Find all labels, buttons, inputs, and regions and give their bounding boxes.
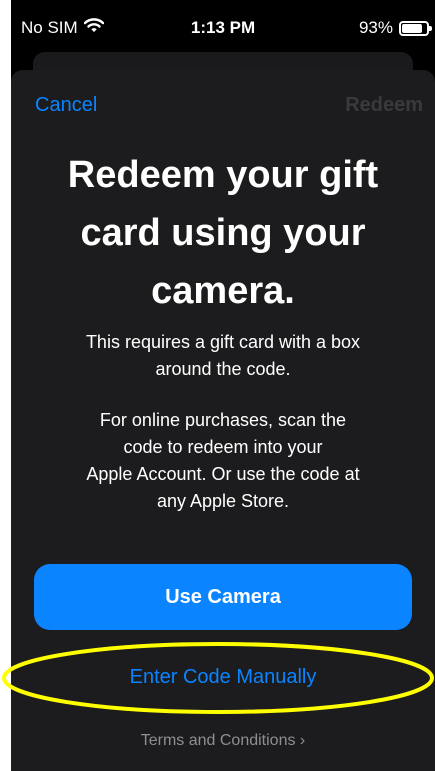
text-line: around the code. (155, 359, 291, 379)
title-line: card using your (80, 212, 366, 254)
title-line: Redeem your gift (67, 154, 379, 196)
text-line: code to redeem into your (123, 437, 323, 457)
redeem-sheet: Cancel Redeem Redeem your gift card usin… (11, 70, 435, 771)
online-purchase-text: For online purchases, scan the code to r… (51, 407, 395, 515)
text-line: For online purchases, scan the (99, 410, 347, 430)
battery-icon (399, 20, 432, 36)
use-camera-button[interactable]: Use Camera (34, 564, 412, 630)
battery-percent: 93% (358, 18, 393, 37)
use-camera-label: Use Camera (165, 585, 281, 608)
status-battery-group: 93% (358, 18, 432, 38)
text-line: Apple Account. Or use the code at (86, 464, 360, 484)
terms-and-conditions-link[interactable]: Terms and Conditions › (11, 732, 435, 750)
enter-code-manually-button[interactable]: Enter Code Manually (11, 666, 435, 689)
requirement-text: This requires a gift card with a box aro… (51, 329, 395, 383)
phone-screen: No SIM 1:13 PM 93% Cancel Redeem Redeem … (11, 0, 435, 771)
battery-fill (402, 23, 423, 33)
title-line: camera. (151, 270, 295, 312)
text-line: any Apple Store. (156, 491, 290, 511)
cancel-button[interactable]: Cancel (35, 94, 97, 117)
status-bar: No SIM 1:13 PM 93% (11, 0, 435, 52)
battery-nub (429, 25, 432, 31)
text-line: This requires a gift card with a box (85, 332, 361, 352)
redeem-button[interactable]: Redeem (345, 94, 423, 117)
page-title: Redeem your gift card using your camera. (31, 146, 415, 320)
